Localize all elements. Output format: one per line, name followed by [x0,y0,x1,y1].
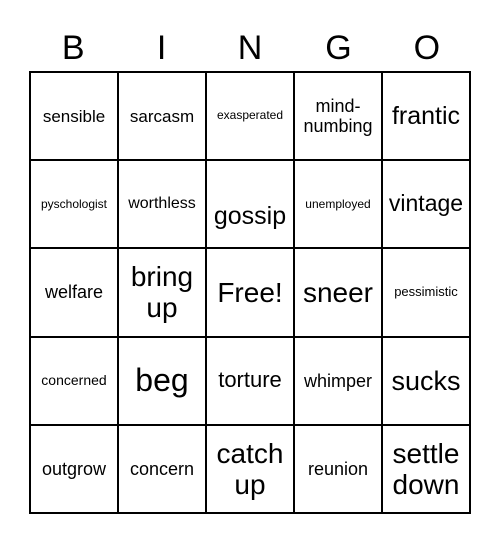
bingo-cell[interactable]: torture [207,337,295,426]
cell-text: bring up [130,261,194,324]
bingo-cell[interactable]: settle down [383,425,471,514]
header-letter-n: N [237,29,263,67]
bingo-cell[interactable]: outgrow [31,425,119,514]
cell-text: settle down [392,437,460,500]
cell-text: worthless [128,195,196,213]
free-space-label: Free! [217,276,283,308]
cell-text: exasperated [216,108,284,123]
bingo-cell[interactable]: beg [119,337,207,426]
cell-text: vintage [388,190,464,217]
cell-text: outgrow [41,458,107,479]
cell-text: mind- numbing [303,95,373,137]
cell-text: gossip [213,202,287,231]
bingo-cell[interactable]: reunion [295,425,383,514]
bingo-cell[interactable]: pessimistic [383,249,471,338]
bingo-cell[interactable]: worthless [119,161,207,250]
bingo-cell[interactable]: concerned [31,337,119,426]
cell-text: pyschologist [40,196,108,211]
cell-text: sucks [391,365,461,396]
bingo-cell[interactable]: gossip [207,161,295,250]
cell-text: sarcasm [129,106,195,126]
bingo-cell[interactable]: unemployed [295,161,383,250]
cell-text: concern [129,458,195,479]
cell-text: beg [135,361,189,398]
cell-text: unemployed [305,196,371,211]
header-letter-o: O [413,29,441,67]
cell-text: concerned [41,371,107,388]
bingo-cell[interactable]: frantic [383,73,471,162]
cell-text: welfare [44,282,104,303]
cell-text: reunion [307,458,369,479]
bingo-cell[interactable]: whimper [295,337,383,426]
bingo-cell[interactable]: pyschologist [31,161,119,250]
cell-text: sensible [42,106,106,126]
header-letter-i: I [156,29,167,67]
bingo-header: B I N G O [29,26,471,70]
cell-text: frantic [391,102,461,131]
cell-text: sneer [302,276,374,308]
bingo-cell[interactable]: welfare [31,249,119,338]
bingo-cell[interactable]: catch up [207,425,295,514]
cell-text: pessimistic [394,284,458,300]
bingo-cell[interactable]: bring up [119,249,207,338]
cell-text: torture [218,367,282,393]
bingo-grid: sensible sarcasm exasperated mind- numbi… [29,71,471,514]
bingo-cell[interactable]: mind- numbing [295,73,383,162]
bingo-cell[interactable]: sneer [295,249,383,338]
cell-text: whimper [303,370,373,391]
cell-text: catch up [216,437,284,500]
header-letter-g: G [325,29,352,67]
bingo-cell[interactable]: sarcasm [119,73,207,162]
bingo-cell[interactable]: vintage [383,161,471,250]
bingo-cell[interactable]: concern [119,425,207,514]
bingo-cell[interactable]: sucks [383,337,471,426]
header-letter-b: B [61,29,85,67]
bingo-cell[interactable]: exasperated [207,73,295,162]
bingo-cell[interactable]: sensible [31,73,119,162]
free-space-cell[interactable]: Free! [207,249,295,338]
